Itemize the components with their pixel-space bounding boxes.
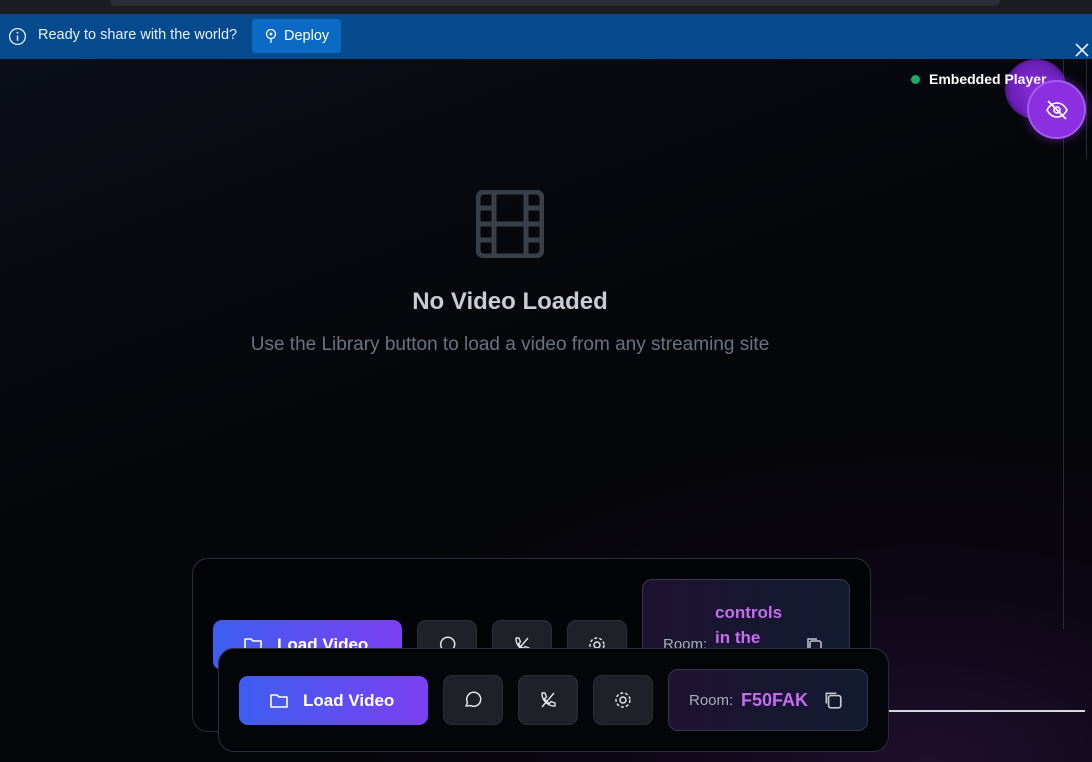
divider <box>1086 59 1087 159</box>
hide-overlay-button[interactable] <box>1027 80 1086 139</box>
deploy-label: Deploy <box>284 28 330 44</box>
room-code: F50FAK <box>741 690 809 710</box>
load-video-label: Load Video <box>303 690 395 710</box>
rocket-icon <box>265 28 277 43</box>
controls-panel: Load Video Room: F50FAK <box>218 648 889 752</box>
address-bar[interactable] <box>110 0 1000 6</box>
settings-button[interactable] <box>593 675 653 725</box>
player-status-label: Embedded Player <box>929 71 1047 87</box>
info-icon <box>8 27 27 46</box>
eye-off-icon <box>1045 99 1068 120</box>
phone-off-icon <box>541 692 556 708</box>
gear-icon <box>615 692 631 708</box>
browser-top-strip <box>0 0 1092 14</box>
video-stage: Embedded Player No Video Loaded Use the … <box>0 59 1092 762</box>
player-status: Embedded Player <box>911 71 1047 87</box>
copy-icon[interactable] <box>823 690 843 710</box>
room-label: Room: <box>689 692 734 709</box>
tooltip-text: controls in the <box>715 603 783 647</box>
room-box: Room: F50FAK <box>668 669 868 731</box>
empty-state-title: No Video Loaded <box>412 288 608 315</box>
call-button[interactable] <box>518 675 578 725</box>
film-icon <box>476 190 544 258</box>
divider <box>1063 59 1064 629</box>
empty-state-subtitle: Use the Library button to load a video f… <box>250 334 770 355</box>
divider <box>889 710 1085 712</box>
chat-icon <box>465 691 482 707</box>
deploy-banner: Ready to share with the world? Deploy <box>0 14 1092 59</box>
deploy-button[interactable]: Deploy <box>252 19 341 53</box>
status-dot <box>911 74 920 84</box>
folder-icon <box>270 693 288 708</box>
chat-button[interactable] <box>443 675 503 725</box>
close-icon[interactable] <box>1074 42 1090 58</box>
load-video-button[interactable]: Load Video <box>239 676 428 725</box>
banner-message: Ready to share with the world? <box>38 27 238 43</box>
